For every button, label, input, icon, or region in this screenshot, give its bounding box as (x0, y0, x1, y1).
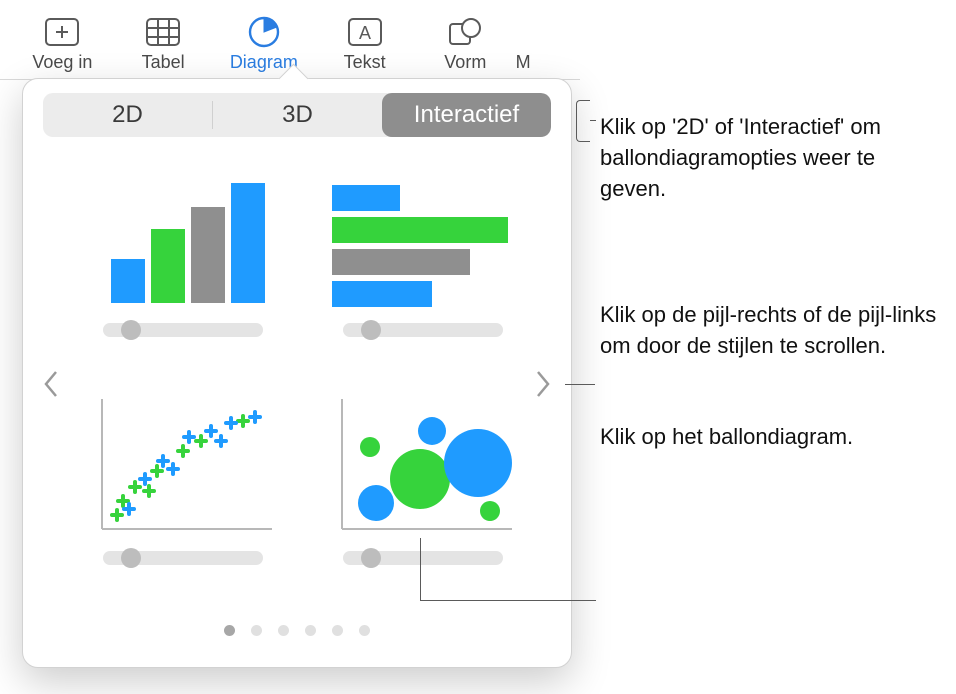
chart-preview (323, 163, 523, 313)
chart-style-column[interactable] (83, 163, 283, 337)
page-dot[interactable] (278, 625, 289, 636)
style-slider[interactable] (103, 551, 263, 565)
toolbar-label: M (516, 52, 531, 73)
page-dot[interactable] (224, 625, 235, 636)
page-dot[interactable] (251, 625, 262, 636)
toolbar-label: Voeg in (32, 52, 92, 73)
toolbar-label: Vorm (444, 52, 486, 73)
page-dot[interactable] (305, 625, 316, 636)
chart-style-bar[interactable] (323, 163, 523, 337)
chart-type-segmented: 2D 3D Interactief (43, 93, 551, 137)
style-slider[interactable] (343, 323, 503, 337)
callout-line (420, 538, 421, 600)
chevron-right-icon[interactable] (529, 364, 557, 404)
chart-icon (244, 12, 284, 52)
page-dot[interactable] (359, 625, 370, 636)
toolbar-label: Tabel (142, 52, 185, 73)
toolbar-shape[interactable]: Vorm (415, 8, 516, 73)
chart-style-grid (43, 159, 551, 609)
tab-2d[interactable]: 2D (43, 93, 212, 137)
chart-picker-popover: 2D 3D Interactief (22, 78, 572, 668)
toolbar-media[interactable]: M (516, 8, 568, 73)
toolbar-text[interactable]: A Tekst (314, 8, 415, 73)
chart-style-scatter[interactable] (83, 391, 283, 565)
insert-icon (42, 12, 82, 52)
callout-tabs: Klik op '2D' of 'Interactief' om ballond… (600, 112, 940, 204)
style-slider[interactable] (343, 551, 503, 565)
callout-line (420, 600, 596, 601)
chevron-left-icon[interactable] (37, 364, 65, 404)
shape-icon (445, 12, 485, 52)
text-icon: A (345, 12, 385, 52)
toolbar-insert[interactable]: Voeg in (12, 8, 113, 73)
callout-bubble: Klik op het ballondiagram. (600, 422, 940, 453)
tab-interactive[interactable]: Interactief (382, 93, 551, 137)
tab-3d[interactable]: 3D (213, 93, 382, 137)
page-dot[interactable] (332, 625, 343, 636)
callout-bracket (576, 100, 590, 142)
callout-line (590, 120, 596, 121)
chart-preview (83, 163, 283, 313)
media-icon (516, 12, 556, 52)
callout-line (565, 384, 595, 385)
svg-text:A: A (359, 23, 371, 43)
page-dots[interactable] (43, 625, 551, 636)
toolbar-label: Tekst (344, 52, 386, 73)
style-slider[interactable] (103, 323, 263, 337)
toolbar-chart[interactable]: Diagram (213, 8, 314, 73)
callouts: Klik op '2D' of 'Interactief' om ballond… (600, 112, 940, 513)
callout-arrows: Klik op de pijl-rechts of de pijl-links … (600, 300, 940, 362)
toolbar-table[interactable]: Tabel (113, 8, 214, 73)
chart-preview (323, 391, 523, 541)
chart-preview (83, 391, 283, 541)
chart-style-bubble[interactable] (323, 391, 523, 565)
table-icon (143, 12, 183, 52)
